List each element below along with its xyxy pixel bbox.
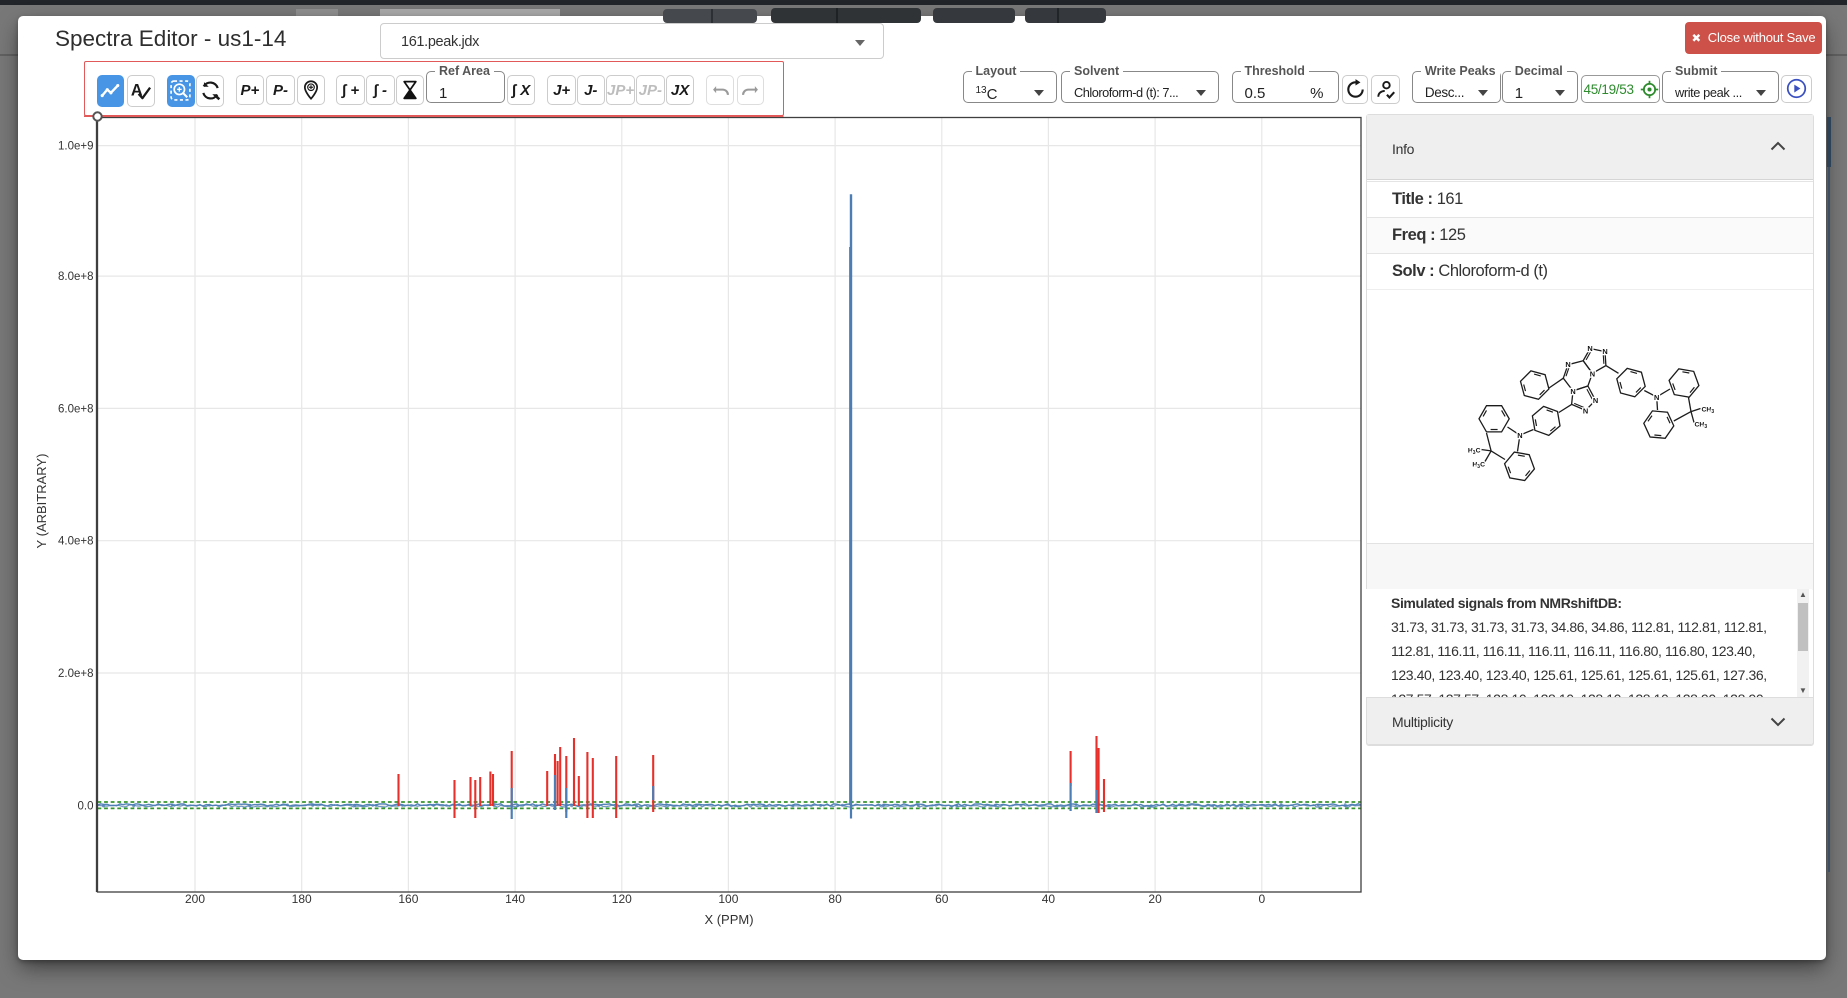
- svg-text:2.0e+8: 2.0e+8: [58, 668, 94, 680]
- svg-text:0: 0: [1258, 892, 1265, 906]
- svg-text:N: N: [1587, 344, 1592, 353]
- svg-text:N: N: [1517, 431, 1522, 440]
- svg-text:N: N: [1654, 393, 1659, 402]
- svg-text:N: N: [1570, 387, 1575, 396]
- svg-text:6.0e+8: 6.0e+8: [58, 403, 94, 415]
- svg-text:N: N: [1590, 369, 1595, 378]
- svg-text:0.0: 0.0: [78, 800, 94, 812]
- svg-text:CH3: CH3: [1702, 407, 1715, 415]
- svg-text:1.0e+9: 1.0e+9: [58, 141, 94, 153]
- svg-text:8.0e+8: 8.0e+8: [58, 271, 94, 283]
- svg-text:80: 80: [828, 892, 842, 906]
- svg-text:4.0e+8: 4.0e+8: [58, 536, 94, 548]
- svg-text:N: N: [1602, 347, 1607, 356]
- svg-text:60: 60: [935, 892, 949, 906]
- svg-text:CH3: CH3: [1695, 422, 1708, 430]
- svg-text:H3C: H3C: [1472, 462, 1485, 470]
- svg-text:160: 160: [398, 892, 418, 906]
- svg-text:H3C: H3C: [1468, 448, 1481, 456]
- svg-text:N: N: [1583, 406, 1588, 415]
- svg-text:140: 140: [505, 892, 525, 906]
- svg-text:X (PPM): X (PPM): [704, 912, 753, 927]
- svg-text:120: 120: [612, 892, 632, 906]
- svg-text:40: 40: [1042, 892, 1056, 906]
- svg-text:N: N: [1593, 396, 1598, 405]
- svg-text:200: 200: [185, 892, 205, 906]
- svg-text:180: 180: [292, 892, 312, 906]
- svg-text:20: 20: [1148, 892, 1162, 906]
- svg-text:Y (ARBITRARY): Y (ARBITRARY): [34, 454, 49, 549]
- svg-text:N: N: [1565, 360, 1570, 369]
- svg-text:100: 100: [718, 892, 738, 906]
